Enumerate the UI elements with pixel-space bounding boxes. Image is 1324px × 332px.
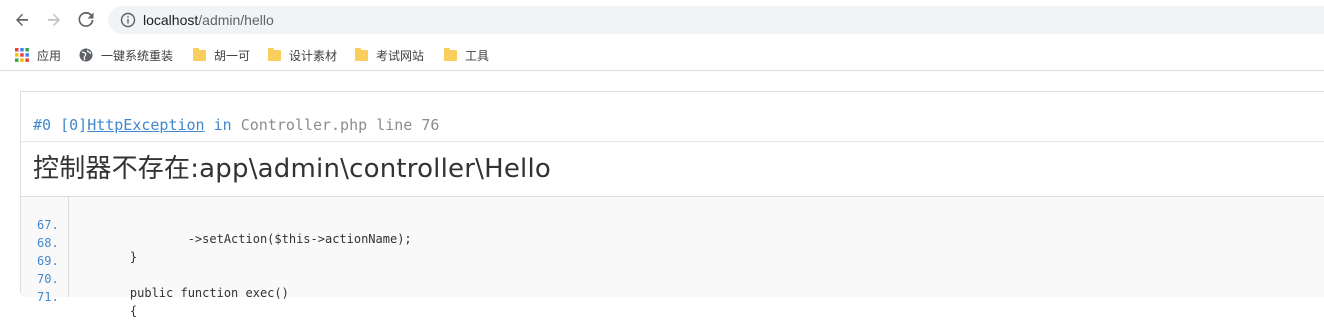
folder-icon xyxy=(444,47,457,61)
forward-arrow-icon xyxy=(48,13,60,26)
code-line: 70. public function exec() xyxy=(21,258,1324,300)
bookmark-hu-yike[interactable]: 胡一可 xyxy=(193,44,250,66)
trace-in-word: in xyxy=(213,116,232,134)
code-line: 68. } xyxy=(21,222,1324,264)
reload-button[interactable] xyxy=(74,8,98,32)
forward-button[interactable] xyxy=(42,8,66,32)
trace-header: #0 [0]HttpException in Controller.php li… xyxy=(33,116,439,134)
url-path: /admin/hello xyxy=(198,12,274,28)
globe-icon xyxy=(79,48,93,62)
trace-location: Controller.php line 76 xyxy=(240,116,440,134)
reload-icon xyxy=(78,12,94,27)
code-line: 69. xyxy=(21,240,1324,268)
line-number: 71. xyxy=(37,290,59,304)
exception-panel: #0 [0]HttpException in Controller.php li… xyxy=(20,91,1324,318)
divider xyxy=(21,141,1324,142)
apps-grid-icon xyxy=(15,48,29,62)
folder-icon xyxy=(268,47,281,61)
source-code-block: 67. ->setAction($this->actionName); 68. … xyxy=(21,197,1324,318)
code-line: 67. ->setAction($this->actionName); xyxy=(21,204,1324,246)
url-host: localhost xyxy=(143,12,199,28)
trace-number: #0 [0] xyxy=(33,116,88,134)
bookmark-tools[interactable]: 工具 xyxy=(444,44,489,66)
bookmark-label: 应用 xyxy=(37,48,62,63)
code-line: 71. { xyxy=(21,276,1324,318)
info-icon[interactable] xyxy=(120,12,136,32)
bookmarks-bar: 应用 一键系统重装 胡一可 设计素材 考试网站 工具 xyxy=(0,40,1324,71)
bookmark-system-reinstall[interactable]: 一键系统重装 xyxy=(79,44,173,66)
bookmark-label: 胡一可 xyxy=(214,48,251,63)
folder-icon xyxy=(355,47,368,61)
bookmark-design-assets[interactable]: 设计素材 xyxy=(268,44,337,66)
bookmark-label: 设计素材 xyxy=(289,48,338,63)
bookmark-apps[interactable]: 应用 xyxy=(15,44,61,66)
exception-class-link[interactable]: HttpException xyxy=(87,116,204,134)
bookmark-exam-sites[interactable]: 考试网站 xyxy=(355,44,424,66)
line-code: { xyxy=(101,304,138,318)
folder-icon xyxy=(193,47,206,61)
bookmark-label: 考试网站 xyxy=(376,48,425,63)
browser-toolbar: localhost/admin/hello xyxy=(0,0,1324,40)
bookmark-label: 一键系统重装 xyxy=(101,48,174,63)
bookmark-label: 工具 xyxy=(465,48,490,63)
exception-message: 控制器不存在:app\admin\controller\Hello xyxy=(33,154,551,184)
url-text: localhost/admin/hello xyxy=(143,12,274,28)
address-bar[interactable]: localhost/admin/hello xyxy=(108,6,1324,34)
page-content: #0 [0]HttpException in Controller.php li… xyxy=(0,71,1324,318)
back-arrow-icon xyxy=(16,13,28,26)
back-button[interactable] xyxy=(10,8,34,32)
